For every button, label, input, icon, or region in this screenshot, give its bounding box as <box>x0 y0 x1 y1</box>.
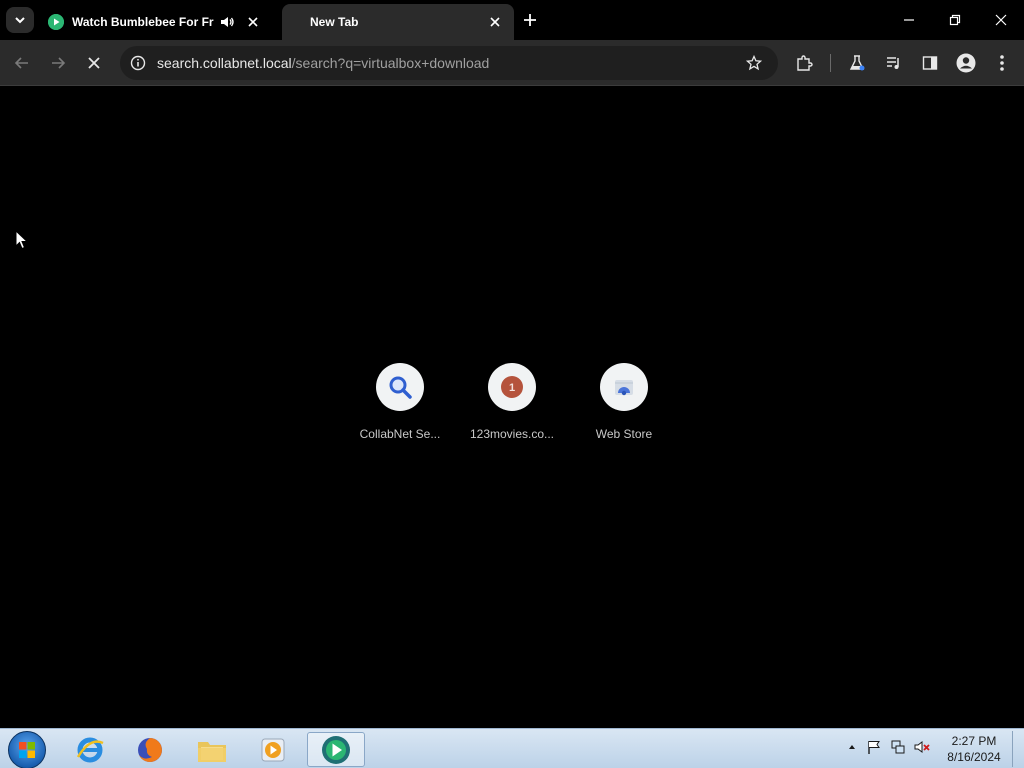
play-favicon-icon <box>48 14 64 30</box>
search-icon <box>389 376 412 399</box>
shortcut-label: CollabNet Se... <box>359 427 441 441</box>
media-player-icon <box>261 738 285 761</box>
url-host: search.collabnet.local <box>157 55 292 71</box>
volume-muted-icon[interactable] <box>914 739 930 755</box>
browser-toolbar: search.collabnet.local/search?q=virtualb… <box>0 40 1024 86</box>
new-tab-button[interactable] <box>520 10 540 30</box>
back-button[interactable] <box>10 51 34 75</box>
minimize-icon <box>904 19 914 21</box>
media-controls-button[interactable] <box>882 51 906 75</box>
start-button[interactable] <box>8 731 46 768</box>
close-window-button[interactable] <box>989 8 1013 32</box>
network-icon[interactable] <box>890 739 906 755</box>
arrow-right-icon <box>52 57 66 69</box>
arrow-left-icon <box>14 57 28 69</box>
screen: Watch Bumblebee For Free New Tab search.… <box>0 0 1024 768</box>
side-panel-icon <box>922 56 938 70</box>
shortcut-123movies[interactable]: 1 123movies.co... <box>456 363 568 441</box>
taskbar-media-player[interactable] <box>244 732 302 767</box>
kebab-menu-icon <box>1000 55 1004 71</box>
site-info-icon[interactable] <box>128 53 148 73</box>
close-icon <box>995 14 1007 26</box>
restore-icon <box>949 14 961 26</box>
badge-text: 1 <box>509 382 515 394</box>
windows-logo-icon <box>19 742 35 758</box>
extensions-button[interactable] <box>792 51 816 75</box>
action-center-icon[interactable] <box>866 739 882 755</box>
labs-button[interactable] <box>845 51 869 75</box>
windows-taskbar: 2:27 PM 8/16/2024 <box>0 728 1024 768</box>
internet-explorer-icon <box>76 737 104 762</box>
taskbar-firefox[interactable] <box>121 732 179 767</box>
close-tab-icon[interactable] <box>486 13 504 31</box>
chevron-down-icon <box>15 17 25 24</box>
taskbar-browser[interactable] <box>307 732 365 767</box>
show-hidden-icons-button[interactable] <box>844 739 860 755</box>
tab-watch-bumblebee[interactable]: Watch Bumblebee For Free <box>38 4 272 40</box>
taskbar-file-explorer[interactable] <box>183 732 241 767</box>
caret-up-icon <box>849 745 855 749</box>
minimize-button[interactable] <box>897 8 921 32</box>
address-bar[interactable]: search.collabnet.local/search?q=virtualb… <box>120 46 778 80</box>
clock-time: 2:27 PM <box>951 734 997 748</box>
mouse-cursor-icon <box>15 230 29 250</box>
forward-button[interactable] <box>46 51 70 75</box>
close-tab-icon[interactable] <box>244 13 262 31</box>
shortcut-web-store[interactable]: Web Store <box>568 363 680 441</box>
file-explorer-icon <box>198 741 226 762</box>
tab-strip: Watch Bumblebee For Free New Tab <box>0 0 1024 40</box>
side-panel-button[interactable] <box>918 51 942 75</box>
menu-button[interactable] <box>990 51 1014 75</box>
url-text[interactable]: search.collabnet.local/search?q=virtualb… <box>157 55 489 71</box>
new-tab-page: CollabNet Se... 1 123movies.co... Web St… <box>0 87 1024 728</box>
clock-date: 8/16/2024 <box>947 750 1001 764</box>
speaker-icon[interactable] <box>218 13 236 31</box>
playlist-music-icon <box>887 57 899 69</box>
taskbar-internet-explorer[interactable] <box>61 732 119 767</box>
avatar-icon <box>956 53 976 73</box>
plus-icon <box>524 14 536 26</box>
tab-title: New Tab <box>310 15 359 29</box>
shortcut-collabnet[interactable]: CollabNet Se... <box>344 363 456 441</box>
flask-icon <box>849 55 865 71</box>
tab-search-button[interactable] <box>6 7 34 33</box>
profile-button[interactable] <box>954 51 978 75</box>
stop-button[interactable] <box>82 51 106 75</box>
firefox-icon <box>138 737 162 762</box>
bookmark-star-icon[interactable] <box>744 53 764 73</box>
toolbar-divider <box>830 54 831 72</box>
web-store-icon <box>615 380 633 396</box>
badge-1-icon: 1 <box>501 376 523 398</box>
shortcut-tile[interactable] <box>376 363 424 411</box>
shortcut-tile[interactable]: 1 <box>488 363 536 411</box>
show-desktop-button[interactable] <box>1012 731 1022 767</box>
puzzle-icon <box>797 55 813 71</box>
shortcut-label: 123movies.co... <box>469 427 555 441</box>
restore-button[interactable] <box>943 8 967 32</box>
tab-title: Watch Bumblebee For Free <box>72 15 214 29</box>
browser-icon <box>322 735 350 764</box>
tab-new-tab[interactable]: New Tab <box>282 4 514 40</box>
shortcut-label: Web Store <box>595 427 653 441</box>
system-clock[interactable]: 2:27 PM 8/16/2024 <box>942 733 1006 765</box>
url-path: /search?q=virtualbox+download <box>291 55 490 71</box>
close-icon <box>88 57 100 69</box>
shortcut-tile[interactable] <box>600 363 648 411</box>
